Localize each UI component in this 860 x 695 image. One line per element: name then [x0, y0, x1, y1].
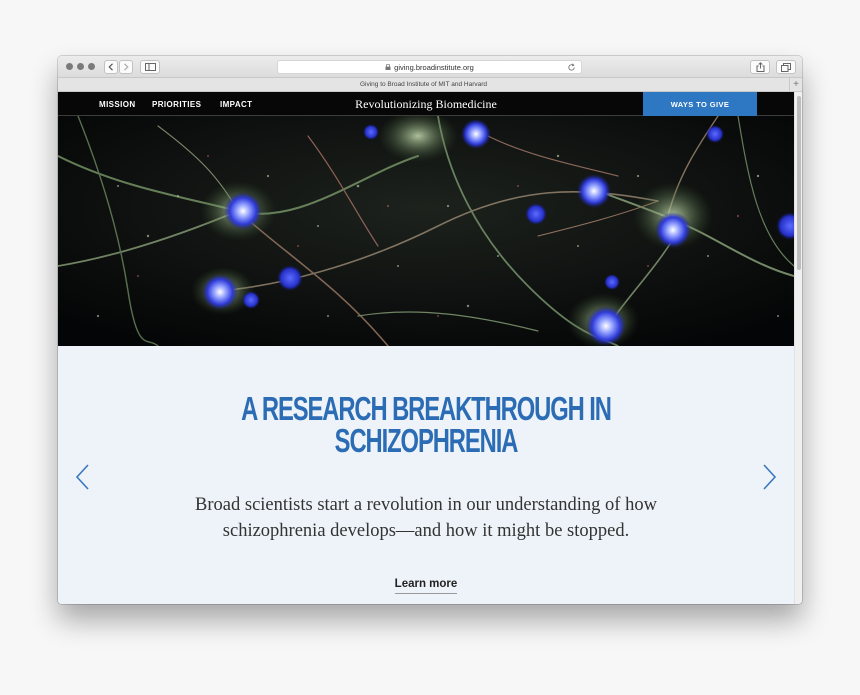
- headline-line-2: SCHIZOPHRENIA: [334, 422, 519, 459]
- active-tab[interactable]: Giving to Broad Institute of MIT and Har…: [58, 78, 789, 91]
- minimize-window-button[interactable]: [77, 63, 84, 70]
- browser-window: giving.broadinstitute.org Giving to Broa…: [58, 56, 802, 604]
- tab-bar: Giving to Broad Institute of MIT and Har…: [58, 78, 802, 92]
- ways-to-give-button[interactable]: WAYS TO GIVE: [643, 92, 757, 116]
- zoom-window-button[interactable]: [88, 63, 95, 70]
- headline-line-1: A RESEARCH BREAKTHROUGH IN: [241, 390, 612, 427]
- close-window-button[interactable]: [66, 63, 73, 70]
- slide-description: Broad scientists start a revolution in o…: [195, 495, 657, 541]
- lock-icon: [385, 64, 391, 70]
- hero-image: [58, 116, 794, 346]
- site-navigation: MISSION PRIORITIES IMPACT Revolutionizin…: [58, 92, 802, 116]
- page-viewport: MISSION PRIORITIES IMPACT Revolutionizin…: [58, 92, 802, 604]
- nav-impact[interactable]: IMPACT: [220, 92, 252, 116]
- learn-more-link[interactable]: Learn more: [376, 578, 476, 594]
- neuron-microscopy-image: [58, 116, 794, 346]
- nav-priorities[interactable]: PRIORITIES: [152, 92, 201, 116]
- site-title[interactable]: Revolutionizing Biomedicine: [258, 92, 594, 116]
- sidebar-icon: [144, 63, 156, 71]
- tabs-icon: [781, 62, 791, 72]
- share-icon: [756, 62, 764, 72]
- nav-mission[interactable]: MISSION: [99, 92, 136, 116]
- chevron-right-icon: [763, 464, 777, 490]
- address-bar[interactable]: giving.broadinstitute.org: [277, 60, 582, 74]
- learn-more-label: Learn more: [394, 578, 458, 594]
- sidebar-button[interactable]: [140, 60, 160, 74]
- url-text: giving.broadinstitute.org: [394, 62, 474, 72]
- carousel-prev-button[interactable]: [74, 463, 92, 491]
- share-button[interactable]: [750, 60, 770, 74]
- tabs-overview-button[interactable]: [776, 60, 796, 74]
- slide-headline: A RESEARCH BREAKTHROUGH IN SCHIZOPHRENIA: [233, 390, 619, 459]
- reload-icon[interactable]: [567, 63, 576, 72]
- chevron-left-icon: [108, 63, 113, 71]
- back-button[interactable]: [104, 60, 118, 74]
- new-tab-button[interactable]: +: [789, 78, 802, 91]
- carousel-next-button[interactable]: [760, 463, 778, 491]
- scrollbar-thumb[interactable]: [797, 96, 801, 270]
- page-scrollbar[interactable]: [794, 92, 802, 604]
- carousel-slide: A RESEARCH BREAKTHROUGH IN SCHIZOPHRENIA…: [58, 346, 794, 604]
- forward-button[interactable]: [119, 60, 133, 74]
- chevron-right-icon: [124, 63, 129, 71]
- browser-toolbar: giving.broadinstitute.org: [58, 56, 802, 78]
- chevron-left-icon: [75, 464, 89, 490]
